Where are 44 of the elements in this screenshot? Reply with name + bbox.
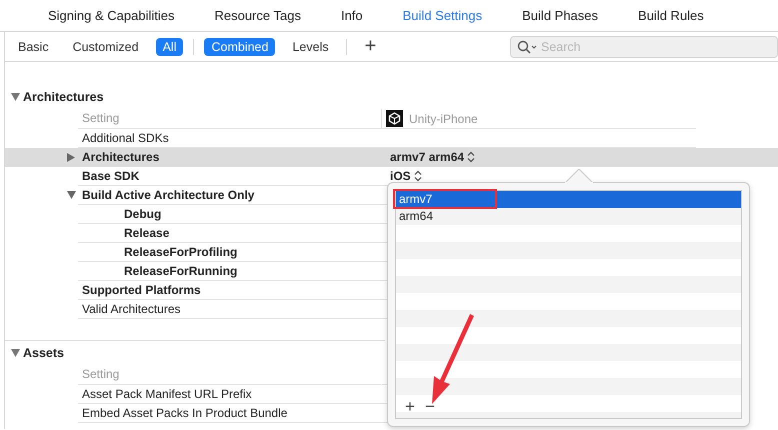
stepper-icon[interactable] [414, 170, 422, 182]
target-icon [386, 110, 403, 127]
list-item[interactable]: arm64 [396, 208, 741, 225]
column-header: Setting [82, 366, 120, 380]
setting-name: Supported Platforms [82, 283, 201, 297]
setting-name: Build Active Architecture Only [82, 188, 254, 202]
tab[interactable]: Build Phases [514, 6, 606, 25]
search-field[interactable]: Search [510, 36, 778, 58]
tab[interactable]: Signing & Capabilities [40, 6, 182, 25]
column-header: Unity-iPhone [409, 112, 478, 126]
setting-name: Asset Pack Manifest URL Prefix [82, 387, 252, 401]
view-button[interactable]: Combined [204, 38, 276, 56]
setting-name: Valid Architectures [82, 302, 180, 316]
setting-value: armv7 arm64 [390, 150, 464, 164]
disclosure-triangle-icon[interactable] [67, 191, 76, 200]
setting-value: iOS [390, 169, 411, 183]
view-button[interactable]: Levels [285, 38, 336, 56]
filter-button[interactable]: Basic [11, 38, 56, 56]
add-button[interactable]: + [358, 35, 382, 58]
disclosure-triangle-icon[interactable] [11, 92, 20, 102]
disclosure-triangle-icon[interactable] [67, 153, 76, 162]
filter-button[interactable]: All [156, 38, 184, 56]
setting-name: Debug [124, 207, 162, 221]
tab[interactable]: Build Rules [630, 6, 712, 25]
search-icon [517, 40, 537, 54]
stepper-icon[interactable] [467, 151, 476, 163]
add-button[interactable]: + [402, 398, 418, 416]
list-item[interactable]: armv7 [396, 191, 741, 208]
setting-name: Embed Asset Packs In Product Bundle [82, 406, 288, 420]
section-title: Assets [23, 346, 64, 360]
tab[interactable]: Resource Tags [206, 6, 309, 25]
filter-button[interactable]: Customized [66, 38, 146, 56]
setting-name: ReleaseForProfiling [124, 245, 238, 259]
section-title: Architectures [23, 90, 104, 104]
disclosure-triangle-icon[interactable] [11, 348, 20, 358]
setting-name: Architectures [82, 150, 160, 164]
tab[interactable]: Info [332, 6, 371, 25]
setting-name: Additional SDKs [82, 131, 169, 145]
remove-button[interactable]: − [422, 398, 438, 416]
setting-name: Release [124, 226, 170, 240]
tab[interactable]: Build Settings [394, 6, 490, 25]
setting-name: Base SDK [82, 169, 140, 183]
setting-name: ReleaseForRunning [124, 264, 238, 278]
column-header: Setting [82, 110, 120, 124]
